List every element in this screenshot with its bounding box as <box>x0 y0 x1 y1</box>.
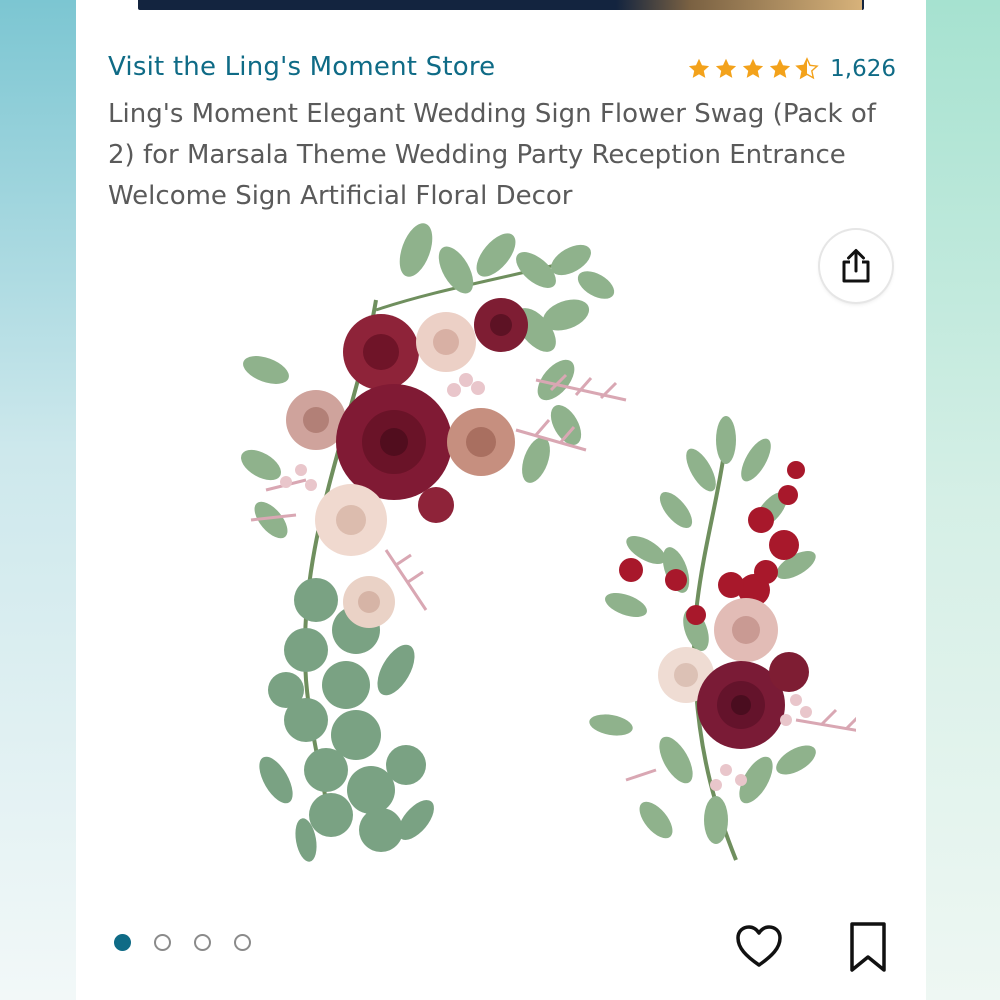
star-full-icon <box>689 58 710 78</box>
carousel-dot-active[interactable] <box>114 934 131 951</box>
left-floral-swag <box>241 223 627 862</box>
star-rating <box>686 57 820 81</box>
product-image[interactable] <box>156 220 856 890</box>
product-title: Ling's Moment Elegant Wedding Sign Flowe… <box>108 99 876 211</box>
carousel-dot[interactable] <box>194 934 211 951</box>
background-left <box>0 0 76 1000</box>
background-right <box>926 0 1000 1000</box>
bookmark-icon <box>850 922 886 972</box>
star-full-icon <box>716 58 737 78</box>
carousel-indicator <box>114 934 251 951</box>
save-button[interactable] <box>846 920 890 974</box>
store-link[interactable]: Visit the Ling's Moment Store <box>108 52 495 82</box>
carousel-dot[interactable] <box>234 934 251 951</box>
right-floral-swag <box>589 416 856 861</box>
carousel-dot[interactable] <box>154 934 171 951</box>
star-half-icon <box>795 57 819 80</box>
rating[interactable]: 1,626 <box>686 56 896 82</box>
product-card: Visit the Ling's Moment Store 1,626 Ling… <box>76 0 926 1000</box>
heart-icon <box>736 925 782 967</box>
star-full-icon <box>770 58 791 78</box>
top-banner-image <box>616 0 862 10</box>
star-full-icon <box>743 58 764 78</box>
rating-count[interactable]: 1,626 <box>830 56 896 82</box>
wishlist-button[interactable] <box>734 922 784 972</box>
